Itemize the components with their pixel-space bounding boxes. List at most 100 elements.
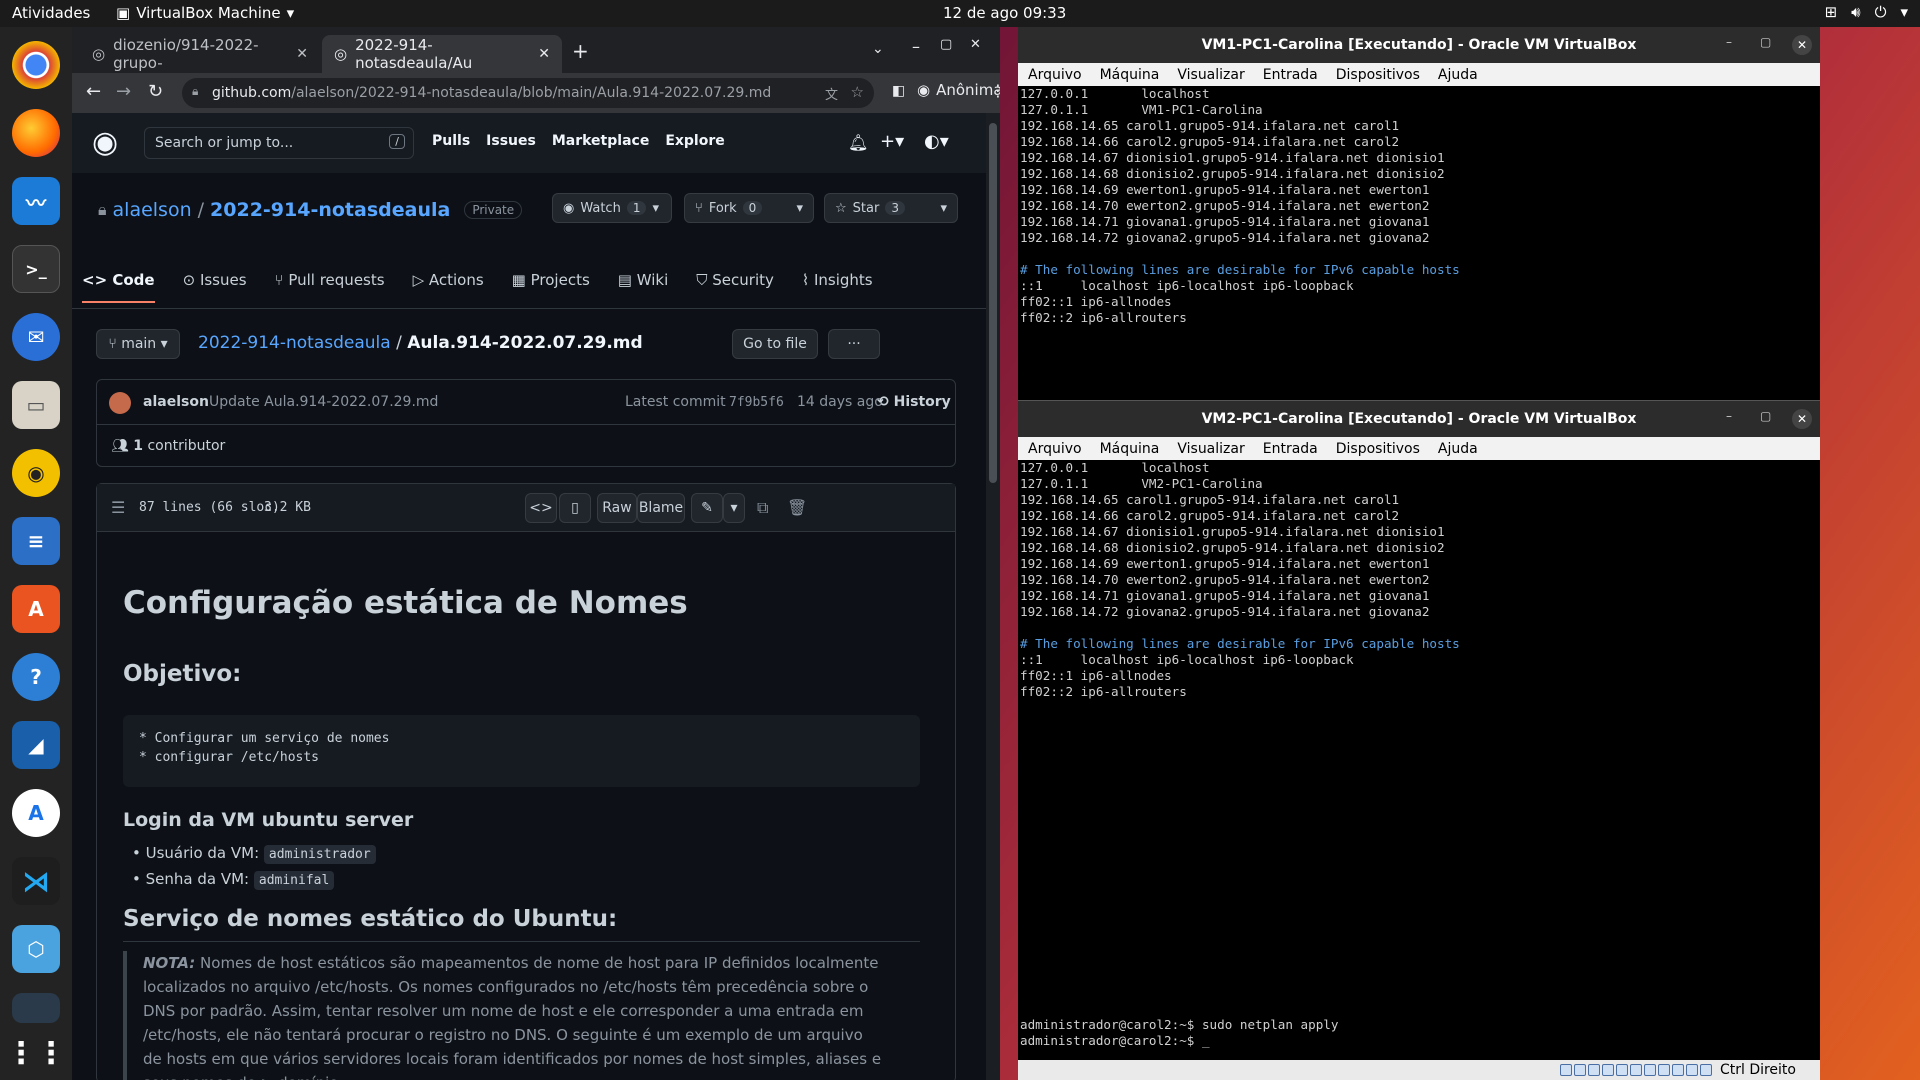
search-input[interactable]: Search or jump to... / xyxy=(144,127,414,159)
network-icon[interactable] xyxy=(1601,1064,1614,1076)
tab-issues[interactable]: ⊙ Issues xyxy=(183,271,247,303)
volume-icon[interactable]: 🔊︎ xyxy=(1851,3,1860,21)
translate-icon[interactable]: 文 xyxy=(825,84,838,103)
commit-author[interactable]: alaelson xyxy=(143,394,209,410)
back-icon[interactable]: ← xyxy=(86,81,101,102)
cpu-icon[interactable] xyxy=(1671,1064,1684,1076)
url-input[interactable]: 🔒︎ github.com/alaelson/2022-914-notasdea… xyxy=(182,78,874,108)
audio-icon[interactable] xyxy=(1587,1064,1600,1076)
menu-maquina[interactable]: Máquina xyxy=(1100,67,1160,83)
tab-projects[interactable]: ▦ Projects xyxy=(512,271,590,303)
menu-dispositivos[interactable]: Dispositivos xyxy=(1336,441,1420,457)
vscode-icon[interactable]: ⋊ xyxy=(12,857,60,905)
scrollbar[interactable] xyxy=(986,113,1000,1080)
optical-icon[interactable] xyxy=(1573,1064,1586,1076)
scrollbar-thumb[interactable] xyxy=(989,123,997,483)
hdd-icon[interactable] xyxy=(1559,1064,1572,1076)
tab-notasdeaula[interactable]: ◎ 2022-914-notasdeaula/Au ✕ xyxy=(322,35,562,73)
minimize-icon[interactable]: – xyxy=(1726,409,1732,423)
firefox-icon[interactable] xyxy=(12,109,60,157)
repo-owner[interactable]: alaelson xyxy=(113,199,192,221)
menu-arquivo[interactable]: Arquivo xyxy=(1028,441,1082,457)
watch-button[interactable]: ◉ Watch 1 ▾ xyxy=(552,193,672,223)
tab-wiki[interactable]: ▤ Wiki xyxy=(618,271,668,303)
code-view-icon[interactable]: <> xyxy=(525,493,557,523)
plus-icon[interactable]: +▾ xyxy=(880,131,904,152)
fork-button[interactable]: ⑂ Fork 0 ▾ xyxy=(684,193,814,223)
repo-name[interactable]: 2022-914-notasdeaula xyxy=(210,199,450,221)
github-logo-icon[interactable]: ◉ xyxy=(92,125,118,160)
tab-insights[interactable]: ⌇ Insights xyxy=(802,271,873,303)
wireshark-icon[interactable]: ◢ xyxy=(12,721,60,769)
recording-icon[interactable] xyxy=(1657,1064,1670,1076)
vm1-terminal[interactable]: 127.0.0.1 localhost 127.0.1.1 VM1-PC1-Ca… xyxy=(1020,86,1460,326)
close-icon[interactable]: ✕ xyxy=(538,46,550,62)
bell-icon[interactable]: 🔔︎ xyxy=(848,133,868,152)
copy-icon[interactable]: ⧉ xyxy=(757,498,768,518)
tab-code[interactable]: <> Code xyxy=(82,271,155,303)
monitor-icon[interactable]: 〰 xyxy=(12,177,60,225)
minimize-icon[interactable]: – xyxy=(1726,35,1732,49)
commit-message[interactable]: Update Aula.914-2022.07.29.md xyxy=(209,394,438,410)
mail-icon[interactable]: ✉ xyxy=(12,313,60,361)
clock[interactable]: 12 de ago 09:33 xyxy=(943,4,1066,22)
raw-button[interactable]: Raw xyxy=(597,493,637,523)
maximize-icon[interactable]: ▢ xyxy=(1760,409,1771,423)
blame-button[interactable]: Blame xyxy=(637,493,685,523)
branch-select[interactable]: ⑂ main ▾ xyxy=(96,329,180,359)
grid-icon[interactable]: ⋮⋮ xyxy=(6,1029,66,1077)
close-icon[interactable]: ✕ xyxy=(1792,35,1812,55)
star-icon[interactable]: ☆ xyxy=(851,83,864,101)
menu-visualizar[interactable]: Visualizar xyxy=(1177,67,1244,83)
contributors[interactable]: 👥︎ 1 contributor xyxy=(111,438,225,454)
app-menu[interactable]: ▣ VirtualBox Machine ▾ xyxy=(116,4,294,22)
menu-arquivo[interactable]: Arquivo xyxy=(1028,67,1082,83)
writer-icon[interactable]: ≡ xyxy=(12,517,60,565)
forward-icon[interactable]: → xyxy=(116,81,131,102)
preview-icon[interactable]: ▯ xyxy=(559,493,591,523)
system-tray[interactable]: ⊞ 🔊︎ ⏻ ▾ xyxy=(1825,3,1908,21)
network-icon[interactable]: ⊞ xyxy=(1825,3,1838,21)
sidepanel-icon[interactable]: ◧ xyxy=(892,83,905,99)
vm2-prompt[interactable]: administrador@carol2:~$ sudo netplan app… xyxy=(1020,1017,1338,1049)
tab-diozenio[interactable]: ◎ diozenio/914-2022-grupo- ✕ xyxy=(80,35,320,73)
incognito-profile[interactable]: ◉ Anônima xyxy=(917,81,1000,99)
path-repo-link[interactable]: 2022-914-notasdeaula xyxy=(198,333,391,353)
music-icon[interactable]: ◉ xyxy=(12,449,60,497)
nav-marketplace[interactable]: Marketplace xyxy=(552,133,649,149)
avatar[interactable]: ◐▾ xyxy=(924,131,949,152)
menu-ajuda[interactable]: Ajuda xyxy=(1438,67,1478,83)
history-link[interactable]: ⟲ History xyxy=(877,394,951,410)
display-icon[interactable] xyxy=(1643,1064,1656,1076)
tab-security[interactable]: ⛉ Security xyxy=(696,271,774,303)
nav-pulls[interactable]: Pulls xyxy=(432,133,470,149)
usb-icon[interactable] xyxy=(1615,1064,1628,1076)
maximize-icon[interactable]: ▢ xyxy=(1760,35,1771,49)
terminal-icon[interactable]: >_ xyxy=(12,245,60,293)
nav-explore[interactable]: Explore xyxy=(665,133,724,149)
chrome-icon[interactable] xyxy=(12,41,60,89)
menu-ajuda[interactable]: Ajuda xyxy=(1438,441,1478,457)
menu-entrada[interactable]: Entrada xyxy=(1263,67,1318,83)
close-icon[interactable]: ✕ xyxy=(296,46,308,62)
appstore-icon[interactable]: A xyxy=(12,585,60,633)
commit-sha[interactable]: 7f9b5f6 xyxy=(729,395,784,410)
menu-visualizar[interactable]: Visualizar xyxy=(1177,441,1244,457)
chevron-down-icon[interactable]: ▾ xyxy=(1900,3,1908,21)
close-window-icon[interactable]: ✕ xyxy=(970,37,981,52)
edit-icon[interactable]: ✎ xyxy=(691,493,723,523)
vm-icon[interactable] xyxy=(12,993,60,1023)
menu-dispositivos[interactable]: Dispositivos xyxy=(1336,67,1420,83)
tab-pull-requests[interactable]: ⑂ Pull requests xyxy=(275,271,385,303)
android-icon[interactable]: A xyxy=(12,789,60,837)
delete-icon[interactable]: 🗑︎ xyxy=(787,498,807,517)
help-icon[interactable]: ? xyxy=(12,653,60,701)
mouse-icon[interactable] xyxy=(1685,1064,1698,1076)
close-icon[interactable]: ✕ xyxy=(1792,409,1812,429)
nav-issues[interactable]: Issues xyxy=(486,133,536,149)
keyboard-icon[interactable] xyxy=(1699,1064,1712,1076)
shared-folder-icon[interactable] xyxy=(1629,1064,1642,1076)
menu-icon[interactable]: ⋮ xyxy=(990,81,1000,100)
outline-icon[interactable]: ☰ xyxy=(111,498,125,517)
maximize-icon[interactable]: ▢ xyxy=(940,37,952,52)
